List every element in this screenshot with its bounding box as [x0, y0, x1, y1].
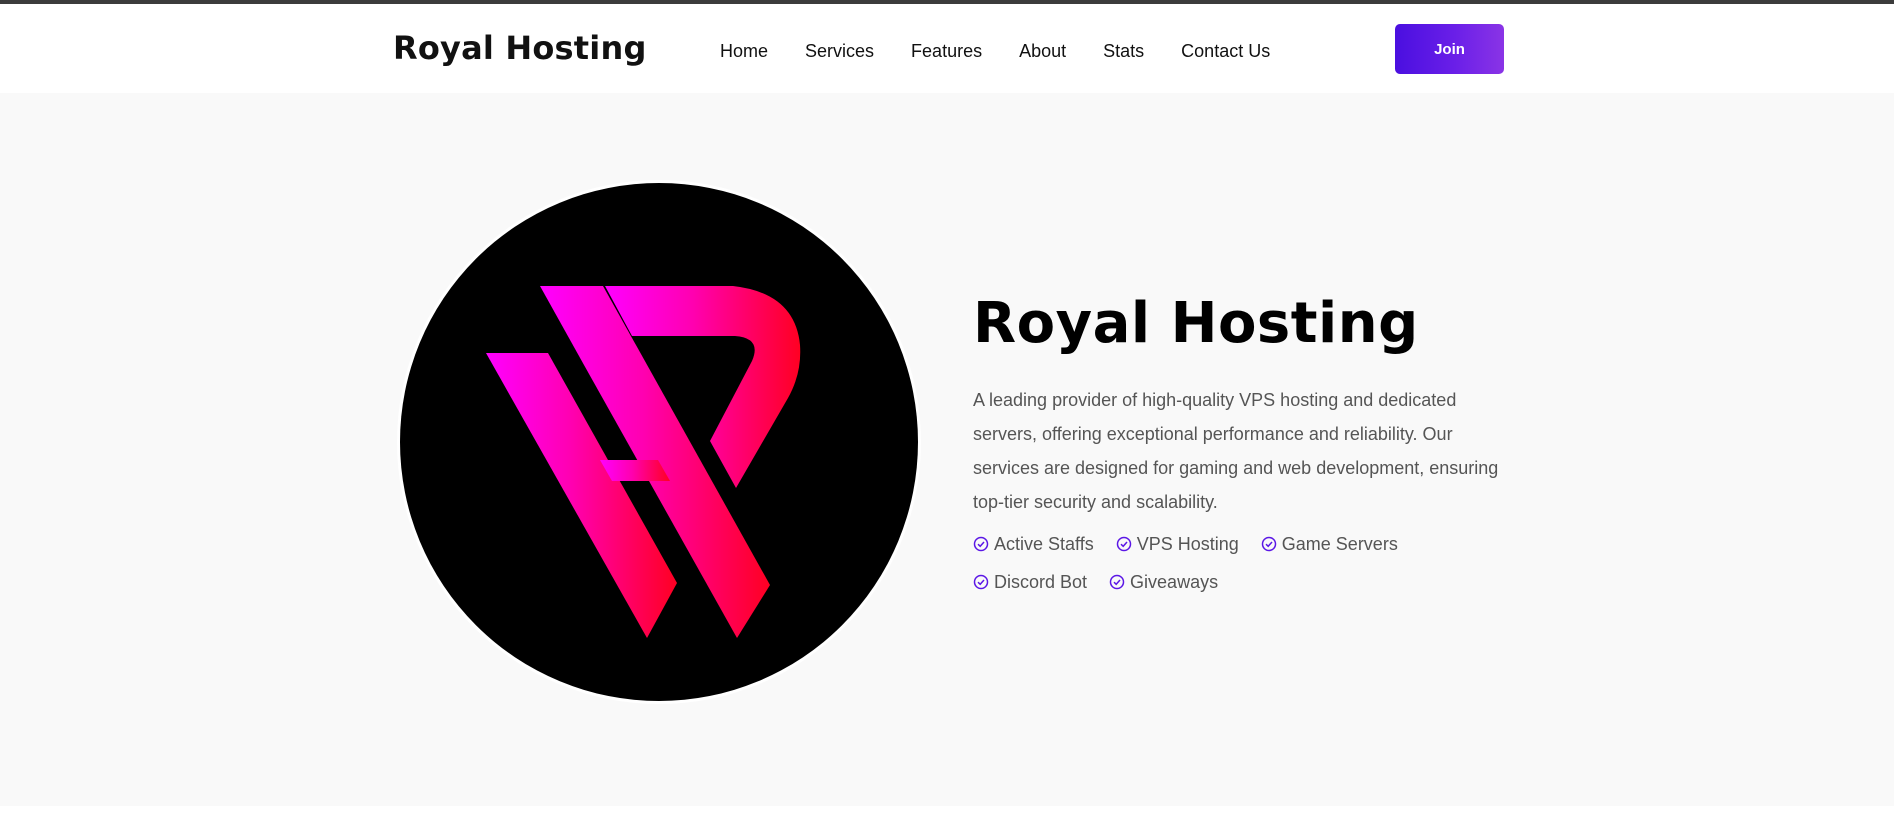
join-button[interactable]: Join [1395, 24, 1504, 74]
feature-label: Giveaways [1130, 571, 1219, 592]
check-circle-icon [1261, 536, 1277, 552]
feature-label: Active Staffs [994, 533, 1094, 554]
hero-title: Royal Hosting [973, 291, 1419, 356]
hero-description: A leading provider of high-quality VPS h… [973, 390, 1499, 512]
feature-label: Game Servers [1281, 533, 1398, 554]
feature-label: VPS Hosting [1136, 533, 1239, 554]
feature-active-staffs: Active Staffs [973, 531, 1094, 557]
check-circle-icon [973, 536, 989, 552]
royal-r-logo-icon [486, 286, 801, 638]
feature-vps-hosting: VPS Hosting [1116, 531, 1239, 557]
nav-about[interactable]: About [1019, 38, 1066, 68]
nav-stats[interactable]: Stats [1103, 38, 1144, 68]
check-circle-icon [1116, 536, 1131, 552]
feature-list: Active Staffs VPS Hosting Game Servers D… [973, 531, 1443, 595]
check-circle-icon [973, 574, 989, 590]
hero-logo [400, 183, 918, 708]
hero-section: Royal Hosting A leading provider of high… [0, 93, 1894, 806]
feature-discord-bot: Discord Bot [973, 569, 1087, 595]
feature-label: Discord Bot [994, 571, 1088, 592]
check-circle-icon [1109, 574, 1125, 590]
nav-contact-us[interactable]: Contact Us [1181, 38, 1270, 68]
feature-game-servers: Game Servers [1261, 531, 1398, 557]
brand-logo-text[interactable]: Royal Hosting [393, 29, 647, 67]
nav-home[interactable]: Home [720, 38, 768, 68]
main-nav: Home Services Features About Stats Conta… [720, 38, 1307, 68]
site-header: Royal Hosting Home Services Features Abo… [0, 4, 1894, 93]
nav-features[interactable]: Features [911, 38, 982, 68]
nav-services[interactable]: Services [805, 38, 874, 68]
feature-giveaways: Giveaways [1109, 569, 1218, 595]
